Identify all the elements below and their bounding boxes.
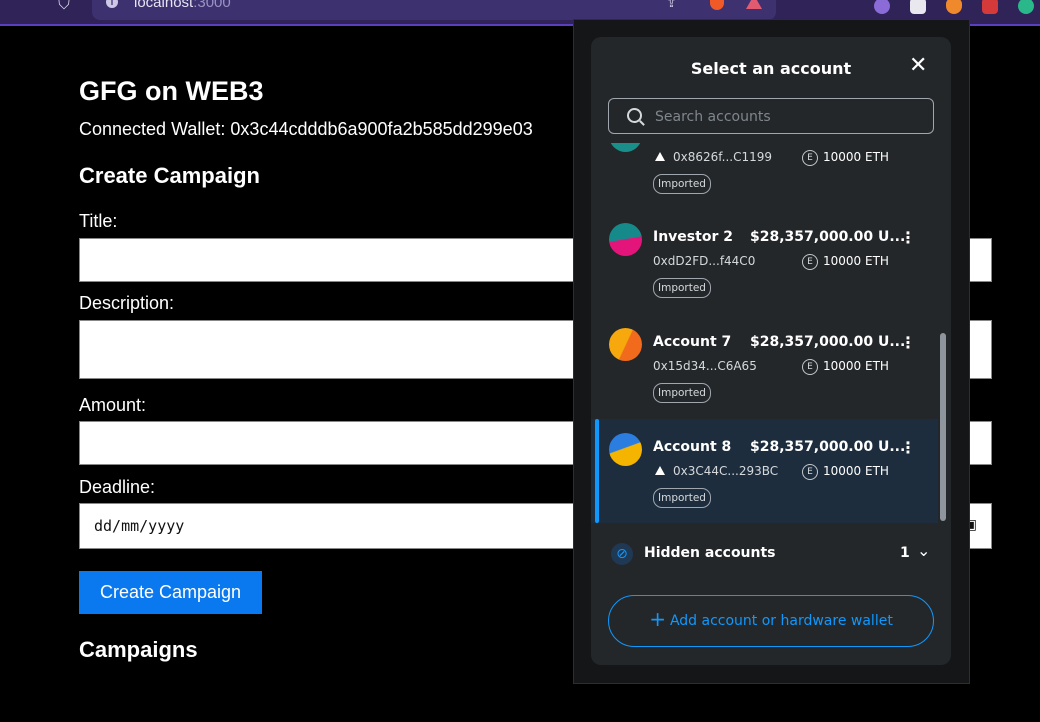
imported-tag: Imported bbox=[653, 383, 711, 403]
imported-tag: Imported bbox=[653, 488, 711, 508]
address-bar[interactable]: i localhost:3000 ⇪ bbox=[92, 0, 776, 20]
deadline-label: Deadline: bbox=[79, 477, 156, 497]
account-balance: 10000 ETH bbox=[823, 150, 889, 164]
select-account-modal: Select an account ✕ 0x8626f...C1199 E 10… bbox=[591, 37, 951, 665]
account-balance: 10000 ETH bbox=[823, 359, 889, 373]
account-row-selected[interactable]: Account 8 $28,357,000.00 U... ⋮ 0x3C44C.… bbox=[591, 419, 938, 523]
more-options-icon[interactable]: ⋮ bbox=[900, 228, 916, 247]
more-options-icon[interactable]: ⋮ bbox=[900, 438, 916, 457]
create-campaign-button[interactable]: Create Campaign bbox=[79, 571, 262, 614]
metamask-fox-icon[interactable] bbox=[946, 0, 962, 14]
create-campaign-heading: Create Campaign bbox=[79, 163, 260, 188]
account-row[interactable]: Investor 2 $28,357,000.00 U... ⋮ 0xdD2FD… bbox=[591, 209, 938, 313]
search-icon bbox=[627, 108, 642, 123]
title-label: Title: bbox=[79, 211, 118, 231]
account-name: Investor 2 bbox=[653, 229, 733, 245]
hidden-accounts-row[interactable]: ⊘ Hidden accounts 1 ⌄ bbox=[591, 539, 951, 569]
account-address: 0x8626f...C1199 bbox=[673, 150, 772, 164]
more-options-icon[interactable]: ⋮ bbox=[900, 333, 916, 352]
url-host: localhost bbox=[134, 0, 194, 11]
account-avatar bbox=[609, 223, 642, 256]
account-row[interactable]: 0x8626f...C1199 E 10000 ETH Imported bbox=[591, 143, 938, 209]
share-icon[interactable]: ⇪ bbox=[666, 0, 677, 11]
description-label: Description: bbox=[79, 293, 175, 313]
account-name: Account 7 bbox=[653, 334, 732, 350]
account-address: 0x3C44C...293BC bbox=[673, 464, 779, 478]
account-usd-balance: $28,357,000.00 U... bbox=[750, 439, 906, 455]
account-avatar bbox=[609, 433, 642, 466]
amount-label: Amount: bbox=[79, 395, 147, 415]
hidden-accounts-count: 1 bbox=[900, 545, 910, 561]
bookmark-icon[interactable]: ⛉ bbox=[58, 0, 70, 14]
wallet-address: 0x3c44cdddb6a900fa2b585dd299e03 bbox=[230, 119, 533, 139]
extension-icon-4[interactable] bbox=[982, 0, 998, 14]
account-balance: 10000 ETH bbox=[823, 254, 889, 268]
account-address: 0xdD2FD...f44C0 bbox=[653, 254, 756, 268]
eye-slash-icon: ⊘ bbox=[611, 543, 633, 565]
account-balance: 10000 ETH bbox=[823, 464, 889, 478]
scrollbar-thumb[interactable] bbox=[940, 333, 946, 521]
account-usd-balance: $28,357,000.00 U... bbox=[750, 229, 906, 245]
account-avatar bbox=[609, 143, 642, 152]
account-list[interactable]: 0x8626f...C1199 E 10000 ETH Imported Inv… bbox=[591, 143, 951, 523]
wallet-prefix: Connected Wallet: bbox=[79, 119, 231, 139]
url-port: :3000 bbox=[193, 0, 231, 11]
account-address: 0x15d34...C6A65 bbox=[653, 359, 757, 373]
account-usd-balance: $28,357,000.00 U... bbox=[750, 334, 906, 350]
imported-tag: Imported bbox=[653, 174, 711, 194]
add-account-label: Add account or hardware wallet bbox=[669, 613, 893, 629]
deadline-placeholder: dd/mm/yyyy bbox=[94, 517, 185, 535]
imported-tag: Imported bbox=[653, 278, 711, 298]
connected-wallet: Connected Wallet: 0x3c44cdddb6a900fa2b58… bbox=[79, 119, 573, 140]
hidden-accounts-label: Hidden accounts bbox=[644, 545, 776, 561]
modal-title: Select an account bbox=[690, 59, 852, 78]
search-box[interactable] bbox=[608, 98, 934, 134]
network-icon bbox=[655, 466, 665, 475]
url-text: localhost:3000 bbox=[134, 0, 231, 11]
extension-icon-5[interactable] bbox=[1018, 0, 1034, 14]
close-icon[interactable]: ✕ bbox=[909, 55, 927, 77]
eth-icon: E bbox=[802, 464, 818, 480]
brave-rewards-icon[interactable] bbox=[746, 0, 762, 9]
chevron-down-icon[interactable]: ⌄ bbox=[917, 541, 930, 560]
search-input[interactable] bbox=[653, 105, 927, 129]
network-icon bbox=[655, 152, 665, 161]
campaigns-heading: Campaigns bbox=[79, 637, 198, 662]
extension-icon-1[interactable] bbox=[874, 0, 890, 14]
site-info-icon[interactable]: i bbox=[106, 0, 118, 8]
brave-shield-icon[interactable] bbox=[710, 0, 724, 10]
extension-icon-2[interactable] bbox=[910, 0, 926, 14]
eth-icon: E bbox=[802, 359, 818, 375]
page-title: GFG on WEB3 bbox=[79, 76, 264, 106]
add-account-button[interactable]: + Add account or hardware wallet bbox=[608, 595, 934, 647]
eth-icon: E bbox=[802, 254, 818, 270]
account-avatar bbox=[609, 328, 642, 361]
account-name: Account 8 bbox=[653, 439, 732, 455]
eth-icon: E bbox=[802, 150, 818, 166]
account-row[interactable]: Account 7 $28,357,000.00 U... ⋮ 0x15d34.… bbox=[591, 314, 938, 418]
plus-icon: + bbox=[649, 607, 666, 631]
